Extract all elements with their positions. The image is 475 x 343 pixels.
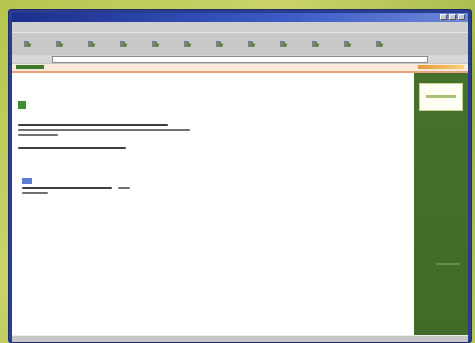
refresh-icon[interactable]	[118, 39, 128, 49]
close-button[interactable]	[458, 14, 465, 20]
link-icon[interactable]	[22, 178, 32, 184]
title-bar[interactable]	[12, 13, 468, 22]
address-bar	[12, 55, 468, 63]
page-header-strip	[12, 64, 468, 73]
text-line	[18, 124, 168, 126]
mail-icon[interactable]	[278, 39, 288, 49]
back-icon[interactable]	[22, 39, 32, 49]
heading-bullet-icon	[18, 101, 26, 109]
history-icon[interactable]	[246, 39, 256, 49]
site-logo[interactable]	[16, 65, 44, 69]
status-bar	[12, 335, 468, 342]
window-controls	[440, 14, 465, 20]
text-line	[18, 134, 58, 136]
discuss-icon[interactable]	[374, 39, 384, 49]
web-page	[12, 64, 468, 342]
right-sidebar	[414, 73, 468, 342]
toolbar	[12, 32, 468, 56]
main-content	[12, 73, 408, 342]
header-banner	[418, 65, 464, 69]
stop-icon[interactable]	[86, 39, 96, 49]
text-line	[18, 147, 126, 149]
print-icon[interactable]	[310, 39, 320, 49]
sidebar-faint-text	[436, 263, 460, 265]
home-icon[interactable]	[150, 39, 160, 49]
minimize-button[interactable]	[440, 14, 447, 20]
edit-icon[interactable]	[342, 39, 352, 49]
text-line[interactable]	[22, 187, 112, 189]
browser-window	[12, 13, 468, 342]
text-line	[18, 129, 190, 131]
menu-bar	[12, 22, 468, 32]
section-heading	[18, 101, 29, 109]
address-field[interactable]	[52, 56, 428, 63]
text-line	[118, 187, 130, 189]
text-line	[22, 192, 48, 194]
sidebar-banner[interactable]	[419, 83, 463, 111]
banner-graphic	[426, 95, 456, 98]
forward-icon[interactable]	[54, 39, 64, 49]
favorites-icon[interactable]	[214, 39, 224, 49]
maximize-button[interactable]	[449, 14, 456, 20]
monitor-frame	[9, 10, 471, 342]
search-icon[interactable]	[182, 39, 192, 49]
